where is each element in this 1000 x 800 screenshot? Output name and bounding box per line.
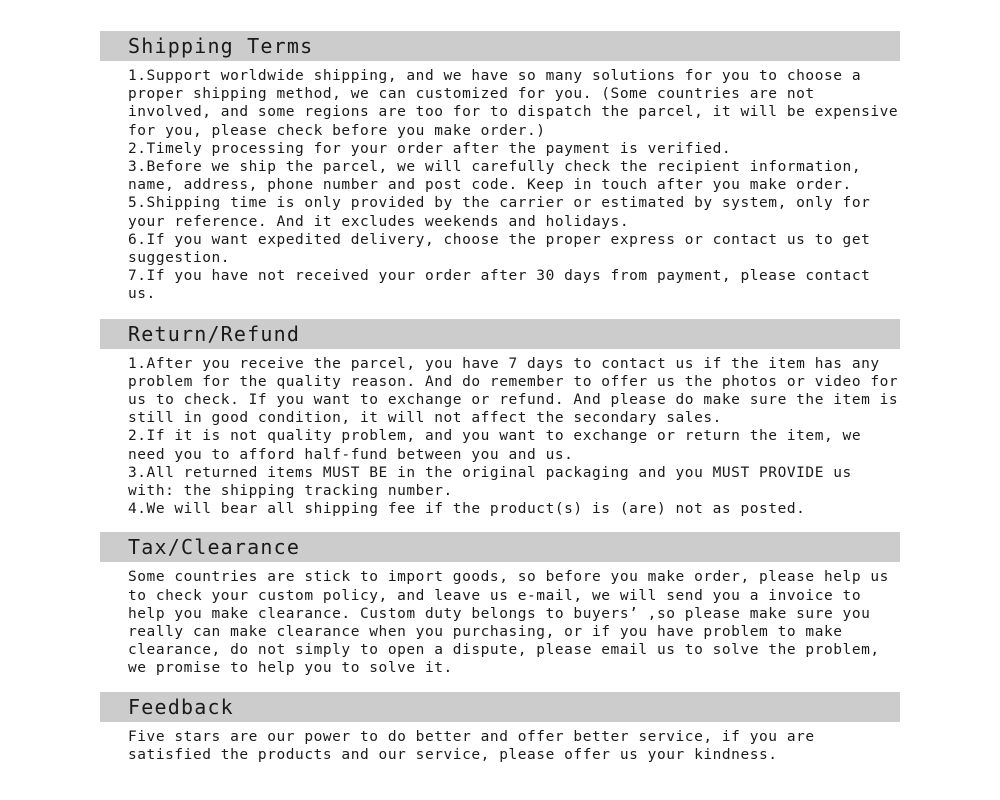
- section-body-shipping-terms: 1.Support worldwide shipping, and we hav…: [128, 68, 899, 303]
- section-return-refund: Return/Refund 1.After you receive the pa…: [100, 304, 900, 519]
- section-shipping-terms: Shipping Terms 1.Support worldwide shipp…: [100, 0, 900, 304]
- section-header-feedback: Feedback: [100, 691, 900, 722]
- section-feedback: Feedback Five stars are our power to do …: [100, 678, 900, 764]
- shipping-policy-document: Shipping Terms 1.Support worldwide shipp…: [0, 0, 1000, 800]
- section-body-tax-clearance: Some countries are stick to import goods…: [128, 569, 899, 677]
- section-body-return-refund: 1.After you receive the parcel, you have…: [128, 355, 899, 518]
- section-body-feedback: Five stars are our power to do better an…: [128, 728, 824, 763]
- section-header-return-refund: Return/Refund: [100, 318, 900, 349]
- section-tax-clearance: Tax/Clearance Some countries are stick t…: [100, 518, 900, 677]
- section-header-shipping-terms: Shipping Terms: [100, 31, 900, 61]
- section-header-tax-clearance: Tax/Clearance: [100, 532, 900, 563]
